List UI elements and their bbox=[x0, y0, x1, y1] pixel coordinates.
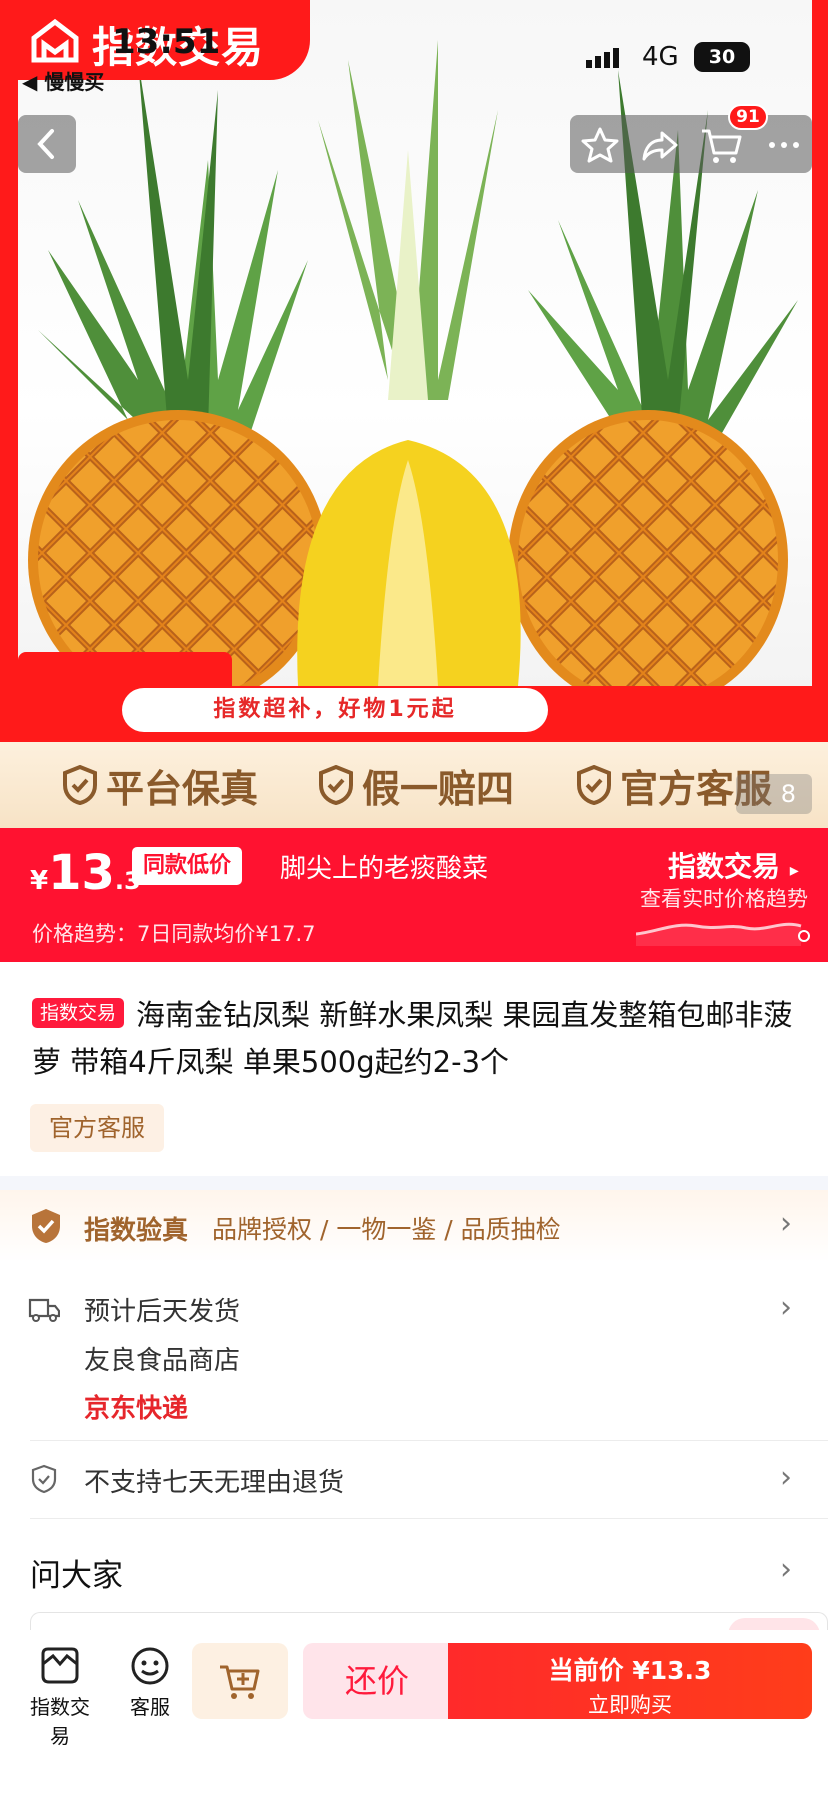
same-low-price-tag: 同款低价 bbox=[132, 847, 242, 885]
cart-badge: 91 bbox=[728, 104, 768, 130]
return-policy: 不支持七天无理由退货 bbox=[84, 1468, 345, 1498]
top-action-bar bbox=[570, 115, 812, 173]
shield-check-icon bbox=[577, 765, 611, 805]
share-icon[interactable] bbox=[640, 125, 680, 165]
price-integer: 13 bbox=[48, 845, 115, 901]
image-page-indicator: 8 bbox=[736, 774, 812, 814]
truck-icon bbox=[28, 1298, 60, 1322]
signal-icon bbox=[586, 48, 619, 68]
more-icon[interactable] bbox=[764, 125, 804, 165]
verify-description: 品牌授权 / 一物一鉴 / 品质抽检 bbox=[212, 1215, 561, 1244]
shield-check-icon bbox=[63, 765, 97, 805]
shield-check-icon bbox=[319, 765, 353, 805]
network-label: 4G bbox=[642, 42, 679, 72]
customer-service-label: 客服 bbox=[130, 1695, 170, 1719]
chevron-right-icon[interactable]: › bbox=[780, 1460, 792, 1495]
cart-plus-icon bbox=[220, 1665, 260, 1699]
courier-name: 京东快递 bbox=[84, 1394, 189, 1424]
guarantee-label: 假一赔四 bbox=[362, 766, 515, 811]
store-name[interactable]: 友良食品商店 bbox=[84, 1340, 240, 1377]
currency-symbol: ¥ bbox=[30, 866, 49, 896]
shipping-eta: 预计后天发货 bbox=[84, 1297, 241, 1327]
store-logo-icon bbox=[31, 18, 79, 63]
verified-shield-icon bbox=[32, 1209, 60, 1243]
star-icon[interactable] bbox=[580, 125, 620, 165]
back-to-app-link[interactable]: ◀ 慢慢买 bbox=[22, 66, 104, 95]
promo-corner bbox=[18, 652, 232, 692]
price-slogan: 脚尖上的老痰酸菜 bbox=[280, 854, 489, 884]
row-divider bbox=[30, 1440, 828, 1441]
guarantee-item: 平台保真 bbox=[62, 762, 258, 811]
status-indicators: 4G 30 bbox=[586, 40, 762, 76]
chevron-right-icon[interactable]: › bbox=[780, 1290, 792, 1325]
shield-check-icon bbox=[31, 1464, 57, 1494]
chevron-right-icon[interactable]: › bbox=[780, 1552, 792, 1587]
guarantee-item: 假一赔四 bbox=[318, 762, 514, 811]
buy-now-price: 当前价 ¥13.3 bbox=[548, 1656, 712, 1685]
price-index-link[interactable]: 指数交易 ▸ bbox=[668, 845, 799, 885]
shop-icon bbox=[41, 1647, 79, 1684]
ask-section-title: 问大家 bbox=[30, 1558, 123, 1594]
buy-now-button[interactable]: 当前价 ¥13.3 立即购买 bbox=[448, 1643, 812, 1719]
promo-banner[interactable]: 指数超补，好物1元起 bbox=[122, 688, 548, 732]
status-time: 13:51 bbox=[112, 22, 221, 62]
customer-service-tab[interactable]: 客服 bbox=[112, 1646, 188, 1720]
cart-icon[interactable] bbox=[700, 125, 744, 167]
product-image[interactable] bbox=[18, 0, 812, 686]
chevron-left-icon bbox=[37, 129, 54, 159]
price-index-label: 指数交易 bbox=[668, 850, 781, 883]
product-title: 海南金钻凤梨 新鲜水果凤梨 果园直发整箱包邮非菠萝 带箱4斤凤梨 单果500g起… bbox=[32, 998, 793, 1079]
caret-right-icon: ▸ bbox=[789, 860, 799, 881]
view-trend-link[interactable]: 查看实时价格趋势 bbox=[640, 883, 808, 913]
service-tag[interactable]: 官方客服 bbox=[30, 1104, 164, 1152]
section-divider bbox=[0, 1176, 828, 1190]
home-tab[interactable]: 指数交易 bbox=[22, 1646, 98, 1749]
guarantee-label: 平台保真 bbox=[106, 766, 259, 811]
smiley-icon bbox=[131, 1647, 169, 1685]
current-price: ¥13.3 bbox=[30, 845, 141, 901]
battery-level: 30 bbox=[708, 46, 736, 68]
verify-title: 指数验真 bbox=[84, 1216, 189, 1246]
price-trend-sparkline bbox=[636, 922, 810, 946]
price-trend-label: 价格趋势：7日同款均价¥17.7 bbox=[32, 922, 316, 946]
row-divider bbox=[30, 1518, 828, 1519]
add-to-cart-button[interactable] bbox=[192, 1643, 288, 1719]
buy-now-label: 立即购买 bbox=[588, 1693, 672, 1717]
back-button[interactable] bbox=[18, 115, 76, 173]
home-tab-label: 指数交易 bbox=[30, 1695, 90, 1748]
battery-icon: 30 bbox=[694, 42, 750, 72]
chevron-right-icon: › bbox=[780, 1206, 792, 1241]
bargain-button[interactable]: 还价 bbox=[303, 1643, 451, 1719]
